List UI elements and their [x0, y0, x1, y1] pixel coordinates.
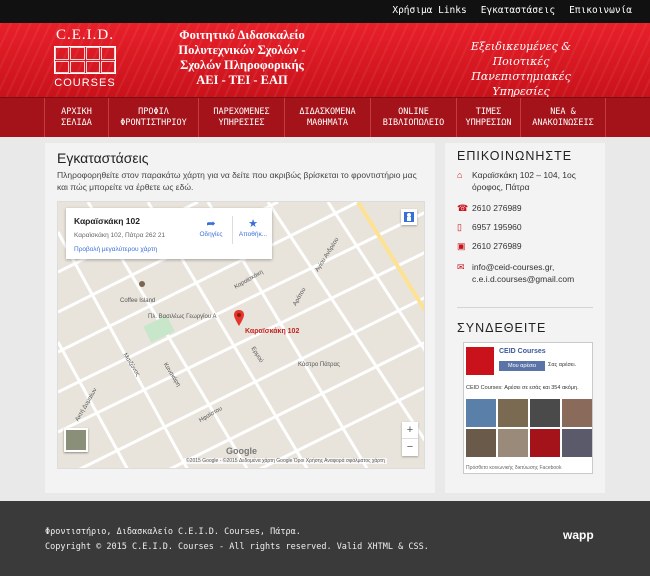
fb-like-button[interactable]: Μου αρέσει — [499, 361, 545, 371]
google-map[interactable]: Coffee Island Πλ. Βασιλέως Γεωργίου Α Κά… — [57, 201, 425, 469]
contact-phone[interactable]: 2610 276989 — [472, 202, 522, 214]
directions-icon: ➦ — [206, 218, 216, 230]
top-links: Χρήσιμα Links Εγκαταστάσεις Επικοινωνία — [392, 5, 632, 16]
nav-profile[interactable]: ΠΡΟΦΙΛ ΦΡΟΝΤΙΣΤΗΡΙΟΥ — [108, 98, 198, 137]
fb-plugin-text: Πρόσθετο κοινωνικής δικτύωσης Facebook — [466, 465, 562, 471]
zoom-in-button[interactable]: + — [402, 422, 418, 438]
top-bar: Χρήσιμα Links Εγκαταστάσεις Επικοινωνία — [0, 0, 650, 23]
fax-icon: ▣ — [457, 241, 466, 251]
sidebar: ΕΠΙΚΟΙΝΩΝΗΣΤΕ ⌂ Καραϊσκάκη 102 – 104, 1ο… — [445, 143, 605, 493]
fan-avatar[interactable] — [530, 429, 560, 457]
contact-heading: ΕΠΙΚΟΙΝΩΝΗΣΤΕ — [457, 149, 573, 163]
main-content: Εγκαταστάσεις Πληροφορηθείτε στον παρακά… — [45, 143, 435, 493]
intro-text: Πληροφορηθείτε στον παρακάτω χάρτη για ν… — [57, 170, 417, 192]
pegman-icon[interactable] — [401, 209, 417, 225]
nav-prices[interactable]: ΤΙΜΕΣ ΥΠΗΡΕΣΙΩΝ — [456, 98, 520, 137]
contact-email[interactable]: info@ceid-courses.gr, c.e.i.d.courses@gm… — [472, 261, 596, 285]
fan-avatar[interactable] — [466, 429, 496, 457]
google-logo: Google — [226, 446, 257, 456]
contact-mobile[interactable]: 6957 195960 — [472, 221, 522, 233]
zoom-out-button[interactable]: − — [402, 438, 418, 455]
email-icon: ✉ — [457, 262, 465, 272]
header-slogan: Εξειδικευμένες & Ποιοτικές Πανεπιστημιακ… — [470, 40, 572, 97]
page-title: Εγκαταστάσεις — [57, 150, 149, 166]
fan-avatar[interactable] — [498, 429, 528, 457]
zoom-control: + − — [402, 422, 418, 456]
main-nav: ΑΡΧΙΚΗ ΣΕΛΙΔΑ ΠΡΟΦΙΛ ΦΡΟΝΤΙΣΤΗΡΙΟΥ ΠΑΡΕΧΟΜ… — [0, 97, 650, 137]
fan-avatar[interactable] — [562, 399, 592, 427]
nav-courses[interactable]: ΔΙΔΑΣΚΟΜΕΝΑ ΜΑΘΗΜΑΤΑ — [284, 98, 370, 137]
larger-map-link[interactable]: Προβολή μεγαλύτερου χάρτη — [74, 246, 157, 253]
map-pin-icon[interactable] — [234, 310, 244, 326]
header-tagline: Φοιτητικό Διδασκαλείο Πολυτεχνικών Σχολώ… — [178, 28, 306, 87]
nav-home[interactable]: ΑΡΧΙΚΗ ΣΕΛΙΔΑ — [44, 98, 108, 137]
pin-label: Καραϊσκάκη 102 — [245, 328, 300, 335]
footer-text: Φροντιστήριο, Διδασκαλείο C.E.I.D. Cours… — [45, 527, 301, 537]
fb-count-text: CEID Courses: Αρέσει σε εσάς και 354 ακό… — [466, 385, 579, 391]
contact-address: Καραϊσκάκη 102 – 104, 1ος όροφος, Πάτρα — [472, 170, 576, 192]
star-icon: ★ — [248, 218, 258, 230]
map-label-square: Πλ. Βασιλέως Γεωργίου Α — [148, 314, 217, 320]
site-logo[interactable]: C.E.I.D. COURSES — [52, 27, 118, 93]
directions-button[interactable]: ➦ Οδηγίες — [196, 218, 226, 238]
home-icon: ⌂ — [457, 170, 463, 180]
top-link-useful[interactable]: Χρήσιμα Links — [392, 5, 466, 16]
top-link-facilities[interactable]: Εγκαταστάσεις — [481, 5, 555, 16]
map-info-card: Καραϊσκάκη 102 Καραϊσκάκη 102, Πάτρα 262… — [66, 208, 272, 259]
phone-icon: ☎ — [457, 203, 469, 213]
fan-avatar[interactable] — [498, 399, 528, 427]
mobile-icon: ▯ — [457, 222, 462, 232]
footer-copyright: Copyright © 2015 C.E.I.D. Courses - All … — [45, 542, 429, 552]
site-footer: Φροντιστήριο, Διδασκαλείο C.E.I.D. Cours… — [0, 501, 650, 576]
fb-fan-photos — [466, 399, 592, 457]
sidebar-divider — [457, 307, 593, 308]
map-label-coffee: Coffee Island — [120, 298, 156, 304]
connect-heading: ΣΥΝΔΕΘΕΙΤΕ — [457, 321, 547, 335]
satellite-toggle[interactable] — [64, 428, 88, 452]
page-avatar[interactable] — [466, 347, 494, 375]
save-button[interactable]: ★ Αποθήκ... — [236, 218, 270, 238]
logo-grid-icon — [54, 46, 116, 74]
nav-news[interactable]: ΝΕΑ & ΑΝΑΚΟΙΝΩΣΕΙΣ — [520, 98, 606, 137]
fan-avatar[interactable] — [466, 399, 496, 427]
contact-fax: 2610 276989 — [472, 241, 522, 251]
site-header: C.E.I.D. COURSES Φοιτητικό Διδασκαλείο Π… — [0, 23, 650, 97]
fb-page-name[interactable]: CEID Courses — [499, 348, 546, 355]
wapp-logo[interactable]: wapp — [563, 528, 594, 542]
nav-services[interactable]: ΠΑΡΕΧΟΜΕΝΕΣ ΥΠΗΡΕΣΙΕΣ — [198, 98, 284, 137]
nav-bookstore[interactable]: ONLINE ΒΙΒΛΙΟΠΩΛΕΙΟ — [370, 98, 456, 137]
fan-avatar[interactable] — [530, 399, 560, 427]
map-attribution: ©2015 Google - ©2015 Δεδομένα χάρτη Goog… — [184, 458, 387, 464]
fb-likes-text: Σας αρέσει. — [548, 362, 577, 368]
fan-avatar[interactable] — [562, 429, 592, 457]
facebook-widget: CEID Courses Μου αρέσει Σας αρέσει. CEID… — [463, 342, 593, 474]
map-label-castle: Κάστρο Πάτρας — [298, 362, 340, 368]
top-link-contact[interactable]: Επικοινωνία — [569, 5, 632, 16]
